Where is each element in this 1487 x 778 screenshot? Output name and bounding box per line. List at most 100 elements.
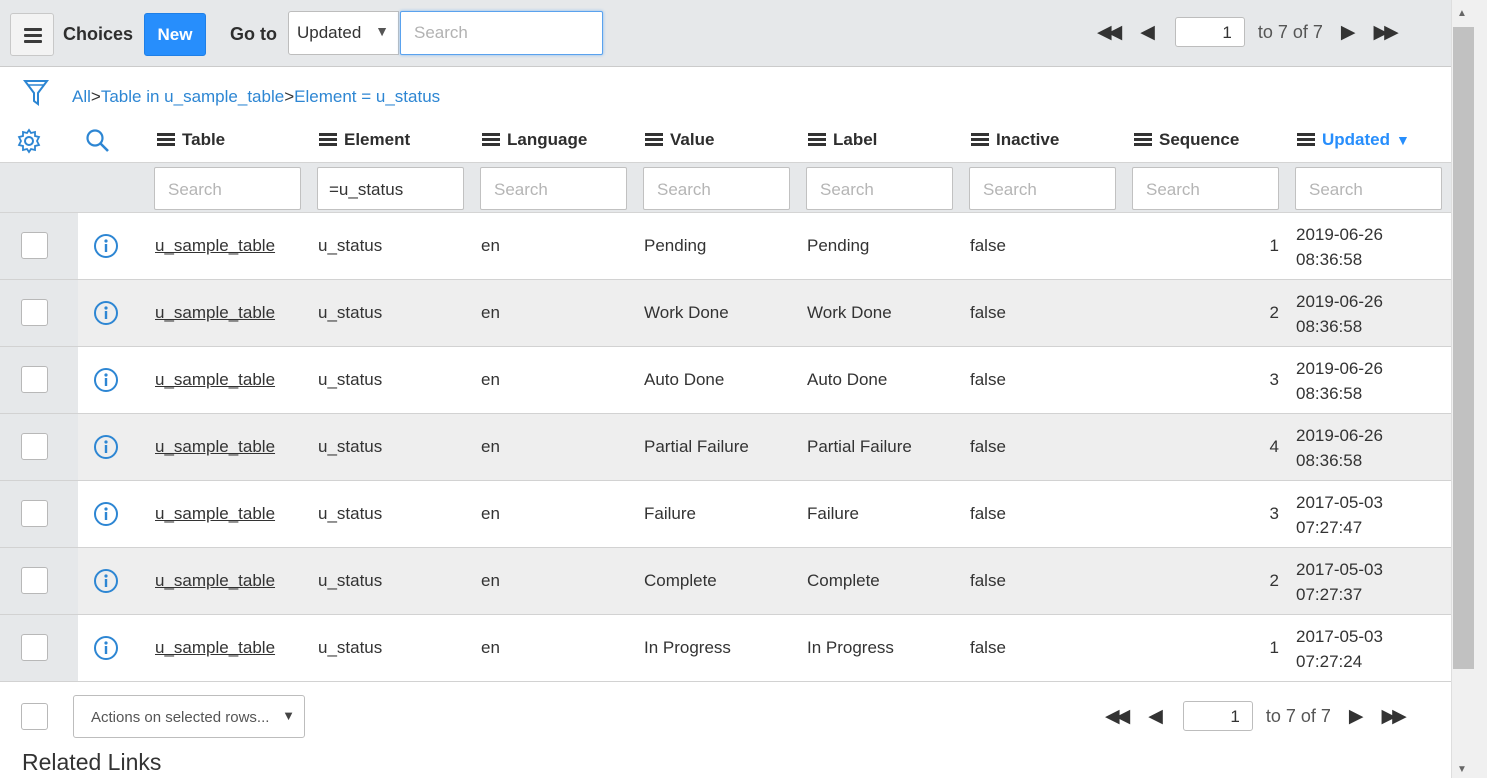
- filter-input-value[interactable]: Search: [643, 167, 790, 210]
- updated-date: 2017-05-03: [1296, 493, 1383, 512]
- first-page-icon[interactable]: ◀◀: [1105, 705, 1130, 728]
- row-checkbox[interactable]: [21, 567, 48, 594]
- filter-input-language[interactable]: Search: [480, 167, 627, 210]
- column-menu-icon[interactable]: [157, 133, 175, 147]
- breadcrumb-table-link[interactable]: Table in u_sample_table: [101, 87, 284, 106]
- column-label: Value: [670, 130, 715, 149]
- cell-element: u_status: [318, 638, 383, 657]
- column-header-value[interactable]: Value: [645, 130, 714, 150]
- filter-input-label[interactable]: Search: [806, 167, 953, 210]
- previous-page-icon[interactable]: ◀: [1148, 705, 1163, 728]
- cell-sequence: 2: [1269, 303, 1279, 322]
- goto-search-input[interactable]: Search: [400, 11, 603, 55]
- cell-element: u_status: [318, 370, 383, 389]
- next-page-icon[interactable]: ▶: [1341, 21, 1356, 44]
- row-checkbox[interactable]: [21, 433, 48, 460]
- gear-icon[interactable]: [16, 128, 42, 159]
- info-icon[interactable]: [93, 635, 119, 666]
- info-icon[interactable]: [93, 233, 119, 264]
- column-menu-icon[interactable]: [808, 133, 826, 147]
- row-checkbox[interactable]: [21, 366, 48, 393]
- next-page-icon[interactable]: ▶: [1349, 705, 1364, 728]
- cell-language: en: [481, 370, 500, 389]
- page-number-input[interactable]: 1: [1182, 701, 1253, 731]
- filter-input-table[interactable]: Search: [154, 167, 301, 210]
- filter-funnel-icon[interactable]: [23, 79, 49, 112]
- cell-table-link[interactable]: u_sample_table: [155, 504, 275, 524]
- filter-input-inactive[interactable]: Search: [969, 167, 1116, 210]
- goto-field-select[interactable]: Updated ▼: [288, 11, 399, 55]
- cell-element: u_status: [318, 571, 383, 590]
- row-checkbox[interactable]: [21, 299, 48, 326]
- column-label: Sequence: [1159, 130, 1240, 149]
- column-menu-icon[interactable]: [971, 133, 989, 147]
- actions-select[interactable]: Actions on selected rows... ▼: [73, 695, 305, 738]
- info-icon[interactable]: [93, 568, 119, 599]
- goto-field-value: Updated: [297, 23, 362, 42]
- info-icon[interactable]: [93, 367, 119, 398]
- table-row: u_sample_table u_status en Partial Failure P…: [0, 414, 1451, 481]
- cell-element: u_status: [318, 437, 383, 456]
- column-menu-icon[interactable]: [1134, 133, 1152, 147]
- scrollbar-thumb[interactable]: [1453, 27, 1474, 669]
- row-checkbox[interactable]: [21, 232, 48, 259]
- first-page-icon[interactable]: ◀◀: [1097, 21, 1122, 44]
- cell-updated: 2017-05-03 07:27:37: [1296, 557, 1383, 607]
- new-button[interactable]: New: [144, 13, 206, 56]
- page-number-input[interactable]: 1: [1174, 17, 1245, 47]
- column-menu-icon[interactable]: [319, 133, 337, 147]
- last-page-icon[interactable]: ▶▶: [1374, 21, 1399, 44]
- column-menu-icon[interactable]: [1297, 133, 1315, 147]
- column-menu-icon[interactable]: [645, 133, 663, 147]
- filter-input-element[interactable]: =u_status: [317, 167, 464, 210]
- breadcrumb-element-link[interactable]: Element = u_status: [294, 87, 440, 106]
- cell-sequence: 4: [1269, 437, 1279, 456]
- cell-label: Pending: [807, 236, 870, 255]
- breadcrumb-all-link[interactable]: All: [72, 87, 91, 106]
- cell-sequence: 3: [1269, 370, 1279, 389]
- row-checkbox[interactable]: [21, 634, 48, 661]
- row-checkbox[interactable]: [21, 500, 48, 527]
- hamburger-menu-button[interactable]: [10, 13, 54, 56]
- column-header-inactive[interactable]: Inactive: [971, 130, 1059, 150]
- sort-descending-icon: ▼: [1396, 132, 1410, 148]
- cell-table-link[interactable]: u_sample_table: [155, 370, 275, 390]
- table-row: u_sample_table u_status en Failure Failure fa…: [0, 481, 1451, 548]
- search-icon[interactable]: [85, 128, 111, 159]
- select-all-checkbox[interactable]: [21, 703, 48, 730]
- column-header-updated[interactable]: Updated ▼: [1297, 130, 1410, 150]
- info-icon[interactable]: [93, 501, 119, 532]
- column-label: Element: [344, 130, 411, 149]
- cell-updated: 2019-06-26 08:36:58: [1296, 356, 1383, 406]
- filter-input-sequence[interactable]: Search: [1132, 167, 1279, 210]
- last-page-icon[interactable]: ▶▶: [1382, 705, 1407, 728]
- info-icon[interactable]: [93, 300, 119, 331]
- info-icon[interactable]: [93, 434, 119, 465]
- cell-inactive: false: [970, 638, 1006, 657]
- cell-inactive: false: [970, 571, 1006, 590]
- scroll-down-icon[interactable]: ▼: [1457, 764, 1467, 775]
- updated-time: 07:27:37: [1296, 585, 1363, 604]
- dropdown-caret-icon: ▼: [282, 708, 295, 723]
- cell-table-link[interactable]: u_sample_table: [155, 236, 275, 256]
- column-label: Table: [182, 130, 226, 149]
- column-label: Updated: [1322, 130, 1390, 149]
- cell-table-link[interactable]: u_sample_table: [155, 571, 275, 591]
- column-menu-icon[interactable]: [482, 133, 500, 147]
- column-header-sequence[interactable]: Sequence: [1134, 130, 1239, 150]
- cell-inactive: false: [970, 303, 1006, 322]
- cell-sequence: 1: [1269, 236, 1279, 255]
- cell-table-link[interactable]: u_sample_table: [155, 437, 275, 457]
- previous-page-icon[interactable]: ◀: [1140, 21, 1155, 44]
- cell-language: en: [481, 236, 500, 255]
- actions-select-label: Actions on selected rows...: [91, 709, 270, 726]
- filter-input-updated[interactable]: Search: [1295, 167, 1442, 210]
- column-header-table[interactable]: Table: [157, 130, 225, 150]
- column-header-label[interactable]: Label: [808, 130, 877, 150]
- column-header-language[interactable]: Language: [482, 130, 587, 150]
- cell-table-link[interactable]: u_sample_table: [155, 638, 275, 658]
- cell-table-link[interactable]: u_sample_table: [155, 303, 275, 323]
- scroll-up-icon[interactable]: ▲: [1457, 8, 1467, 19]
- column-header-element[interactable]: Element: [319, 130, 410, 150]
- cell-updated: 2017-05-03 07:27:47: [1296, 490, 1383, 540]
